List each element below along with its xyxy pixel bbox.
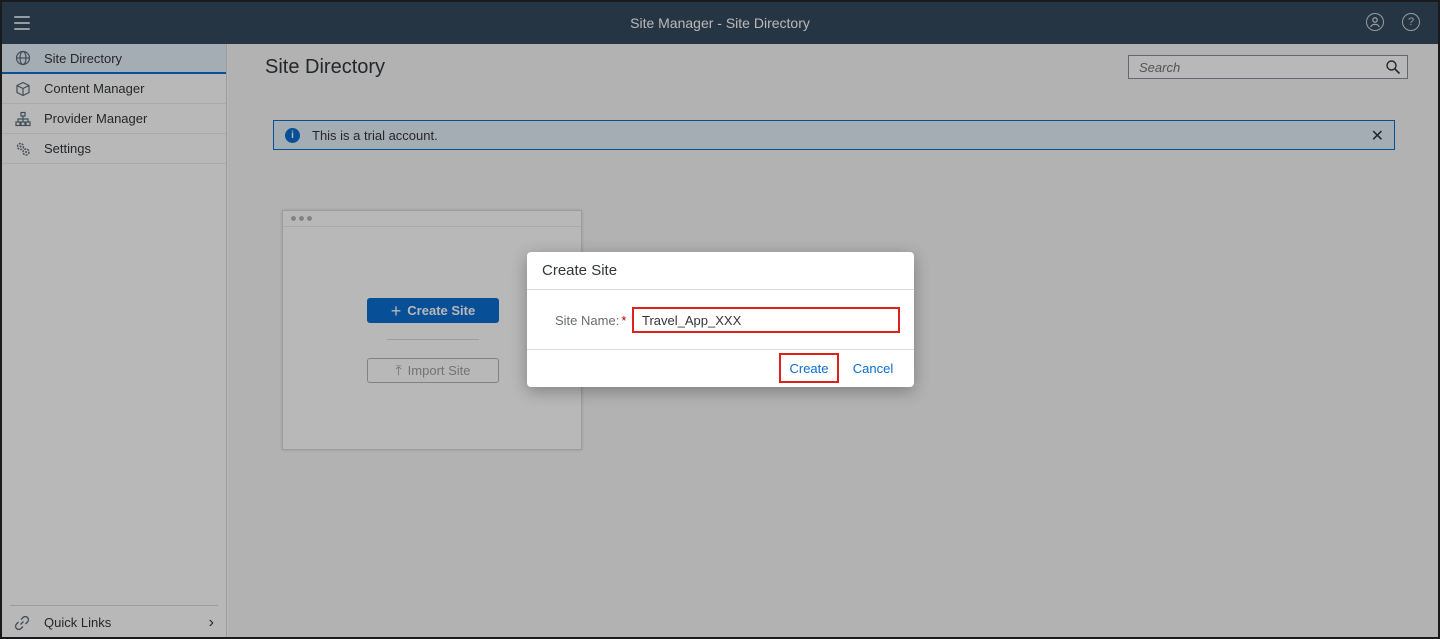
cancel-button[interactable]: Cancel xyxy=(847,353,899,383)
site-name-input[interactable] xyxy=(632,307,900,333)
create-button[interactable]: Create xyxy=(779,353,839,383)
create-site-dialog: Create Site Site Name:* Create Cancel xyxy=(527,252,914,387)
required-marker: * xyxy=(621,313,627,328)
dialog-body: Site Name: * xyxy=(527,290,914,350)
site-name-label: Site Name: * xyxy=(555,313,627,328)
dialog-footer: Create Cancel xyxy=(527,350,914,387)
dialog-title: Create Site xyxy=(527,252,914,290)
